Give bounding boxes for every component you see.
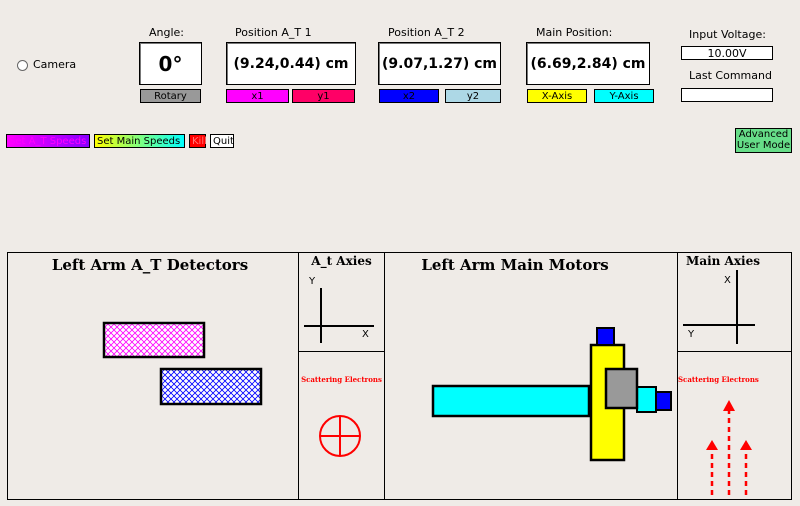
arrow-heads <box>706 400 752 450</box>
main-axis-x-label: X <box>724 275 731 286</box>
at-axis-y-label: Y <box>309 276 316 287</box>
at-axis-x-label: X <box>362 329 369 340</box>
main-axis-y-label: Y <box>688 329 695 340</box>
main-motor-gray-block <box>604 367 639 410</box>
scattering-arrows <box>710 410 748 495</box>
main-motor-block-right <box>636 386 657 413</box>
main-motor-arm <box>431 384 591 418</box>
crosshair-icon <box>319 415 361 457</box>
at-scattering-label: Scattering Electrons <box>301 375 382 384</box>
at-detector-2 <box>159 367 263 406</box>
main-motor-top-cap <box>596 327 615 346</box>
main-scattering-label: Scattering Electrons <box>678 375 759 384</box>
main-motor-end-cap <box>655 391 672 411</box>
at-detector-1 <box>102 321 206 359</box>
visualization-drawing <box>102 270 755 495</box>
